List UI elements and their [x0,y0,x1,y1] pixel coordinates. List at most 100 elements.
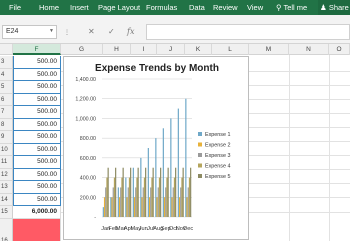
chart-bar [125,177,127,217]
chart-bar [148,197,151,217]
table-cell[interactable]: 500.00 [13,68,61,81]
chart-bar [170,118,172,217]
table-cell[interactable]: 500.00 [13,93,61,106]
y-tick-label: 1,400.00 [75,77,96,83]
row-header[interactable]: 8 [0,118,13,131]
row-header[interactable]: 7 [0,106,13,119]
chart-bar [188,177,191,217]
chevron-down-icon[interactable]: ▼ [49,28,54,34]
row-header[interactable]: 3 [0,56,13,69]
row-header[interactable]: 4 [0,68,13,81]
column-header-g[interactable]: G [61,44,103,55]
tab-view[interactable]: View [247,3,263,12]
tab-review[interactable]: Review [213,3,238,12]
column-header-o[interactable]: O [329,44,350,55]
column-header-l[interactable]: L [212,44,249,55]
tab-data[interactable]: Data [189,3,205,12]
row-header[interactable]: 6 [0,93,13,106]
chart-bar [177,108,179,217]
chart-bar [112,187,114,217]
legend-label: Expense 5 [205,174,230,180]
table-cell[interactable]: 500.00 [13,156,61,169]
column-header-i[interactable]: I [131,44,157,55]
y-tick-label: 1,000.00 [75,116,96,122]
column-header-h[interactable]: H [103,44,131,55]
chart-bar [141,197,143,217]
legend-swatch [198,174,202,178]
chart-bar [143,177,146,217]
chart-bar [130,167,132,217]
row-header[interactable]: 15 [0,206,13,219]
chart-bar [111,197,113,217]
grid-line [329,55,330,241]
row-header[interactable]: 16 [0,218,13,241]
legend-swatch [198,142,202,147]
row-header[interactable]: 12 [0,168,13,181]
chart-bar [102,207,104,217]
select-all-corner[interactable] [0,44,13,55]
x-tick-label: Dec [183,226,193,232]
total-cell[interactable]: 6,000.00 [13,206,61,219]
chart-bar [128,177,131,217]
table-cell[interactable]: 500.00 [13,181,61,194]
row-header[interactable]: 11 [0,156,13,169]
table-cell[interactable]: 500.00 [13,106,61,119]
chart-bar [107,167,109,217]
table-cell[interactable]: 500.00 [13,193,61,206]
legend-label: Expense 2 [205,143,230,149]
tab-file[interactable]: File [9,3,21,12]
chart-bar [162,128,164,217]
column-header-n[interactable]: N [289,44,329,55]
chart-bar [117,187,119,217]
chart-bar [155,138,157,217]
chart-bar [140,157,142,217]
table-cell[interactable]: 500.00 [13,81,61,94]
chart-bar [150,187,152,217]
table-cell[interactable]: 500.00 [13,118,61,131]
chart-bar [127,187,129,217]
row-header[interactable]: 9 [0,131,13,144]
chart-bar [142,187,144,217]
tab-page-layout[interactable]: Page Layout [98,3,140,12]
highlighted-cell[interactable] [13,218,61,241]
chart-bar [106,177,108,217]
row-header[interactable]: 10 [0,143,13,156]
table-cell[interactable]: 500.00 [13,168,61,181]
function-icon[interactable]: fx [127,27,134,36]
table-cell[interactable]: 500.00 [13,131,61,144]
cancel-icon[interactable]: ✕ [88,27,95,36]
table-cell[interactable]: 500.00 [13,56,61,69]
table-cell[interactable]: 500.00 [13,143,61,156]
column-header-k[interactable]: K [185,44,212,55]
chart-bar [156,197,158,217]
chart-bar [137,167,139,217]
chart-bar [110,197,112,217]
chart-bar [122,167,124,217]
legend-swatch [198,153,202,157]
tab-home[interactable]: Home [39,3,59,12]
row-header[interactable]: 14 [0,193,13,206]
check-icon[interactable]: ✓ [108,27,115,36]
column-header-j[interactable]: J [157,44,185,55]
row-header[interactable]: 13 [0,181,13,194]
expense-chart[interactable]: Expense Trends by Month 1,400.00 1,200.00 1… [63,56,249,240]
chart-bar [171,197,173,217]
tell-me-box[interactable]: ⚲ Tell me [276,3,307,12]
chart-bar [103,197,106,217]
row-header[interactable]: 5 [0,81,13,94]
legend-label: Expense 1 [205,132,230,138]
tab-insert[interactable]: Insert [70,3,89,12]
chart-bar [133,197,136,217]
ribbon-tabs: File Home Insert Page Layout Formulas Da… [0,0,350,15]
chart-bar [160,167,162,217]
column-header-f[interactable]: F [13,44,61,55]
column-headers: F G H I J K L M N O [0,44,350,55]
column-header-m[interactable]: M [249,44,289,55]
name-box[interactable]: E24 ▼ [2,25,57,39]
chart-bar [187,187,189,217]
chart-bar [135,187,137,217]
tab-formulas[interactable]: Formulas [146,3,177,12]
formula-input[interactable] [146,24,350,40]
y-tick-label: - [94,215,96,221]
share-button[interactable]: ♟ Share [318,0,350,15]
